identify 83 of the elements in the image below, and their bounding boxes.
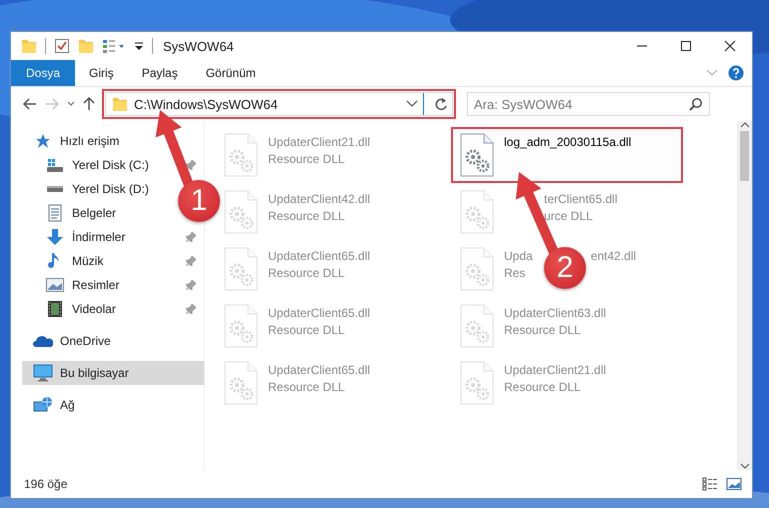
pin-icon[interactable] <box>186 304 196 314</box>
file-name: terClient65.dll <box>544 192 618 206</box>
dll-file-icon <box>459 247 495 291</box>
sidebar-item[interactable]: İndirmeler <box>45 225 130 249</box>
file-type: Res <box>504 266 526 280</box>
file-type: Resource DLL <box>268 266 346 280</box>
drive-icon <box>46 185 64 193</box>
sidebar-item[interactable]: Yerel Disk (D:) <box>45 177 153 201</box>
file-type: Resource DLL <box>504 323 582 337</box>
address-field[interactable]: C:\Windows\SysWOW64 <box>105 92 453 116</box>
pin-icon[interactable] <box>186 256 196 266</box>
pin-icon[interactable] <box>186 232 196 242</box>
scrollbar-thumb[interactable] <box>740 131 749 181</box>
drive-icon <box>46 158 64 172</box>
back-icon[interactable] <box>23 98 37 110</box>
file-name: UpdaterClient65.dll <box>268 306 370 320</box>
view-dropdown-icon[interactable] <box>102 38 126 54</box>
file-name: UpdaterClient65.dll <box>268 363 370 377</box>
dropdown-icon[interactable] <box>406 100 418 108</box>
dll-file-icon <box>459 133 495 177</box>
refresh-icon[interactable] <box>434 97 448 111</box>
ribbon-tab[interactable]: Giriş <box>75 60 128 86</box>
window-title: SysWOW64 <box>163 38 235 54</box>
cloud-icon <box>33 334 53 348</box>
dll-file-icon <box>223 304 259 348</box>
scroll-up-icon[interactable] <box>740 121 750 129</box>
ribbon-tab[interactable]: Paylaş <box>128 60 192 86</box>
sidebar-item[interactable]: Belgeler <box>45 201 120 225</box>
picture-icon <box>46 278 64 292</box>
dll-file-icon <box>223 361 259 405</box>
dll-file-icon <box>223 133 259 177</box>
sidebar-item[interactable]: Videolar <box>45 297 120 321</box>
file-tab[interactable]: Dosya <box>11 60 76 86</box>
recent-locations-icon[interactable] <box>67 101 75 107</box>
network-icon <box>33 396 53 414</box>
details-view-icon[interactable] <box>702 477 718 491</box>
file-type: Resource DLL <box>268 323 346 337</box>
help-icon[interactable] <box>728 65 744 81</box>
scroll-down-icon[interactable] <box>740 462 750 470</box>
ribbon-tab[interactable]: Görünüm <box>192 60 270 86</box>
file-name: UpdaterClient65.dll <box>268 249 370 263</box>
film-icon <box>47 300 63 318</box>
up-icon[interactable] <box>83 97 95 111</box>
search-icon[interactable] <box>689 97 703 111</box>
item-count: 196 öğe <box>24 477 68 491</box>
star-icon <box>35 133 51 149</box>
document-icon <box>48 204 62 222</box>
scrollbar[interactable] <box>737 121 752 470</box>
folder-icon <box>112 96 128 112</box>
file-name: Upda <box>504 249 533 263</box>
file-type: Resource DLL <box>268 209 346 223</box>
sidebar-item[interactable]: Müzik <box>45 249 108 273</box>
file-type: urce DLL <box>544 209 593 223</box>
file-name: log_adm_20030115a.dll <box>504 135 632 149</box>
file-name: UpdaterClient21.dll <box>504 363 606 377</box>
file-type: Resource DLL <box>268 380 346 394</box>
dll-file-icon <box>459 361 495 405</box>
dll-file-icon <box>223 247 259 291</box>
sidebar-item[interactable]: Ağ <box>33 393 79 417</box>
sidebar-item[interactable]: Hızlı erişim <box>33 129 124 153</box>
dll-file-icon <box>459 304 495 348</box>
pin-icon[interactable] <box>186 280 196 290</box>
sidebar-item[interactable]: OneDrive <box>33 329 115 353</box>
file-type: Resource DLL <box>504 380 582 394</box>
download-icon <box>46 228 64 246</box>
dll-file-icon <box>459 190 495 234</box>
file-name: UpdaterClient63.dll <box>504 306 606 320</box>
sidebar-item[interactable]: Yerel Disk (C:) <box>45 153 153 177</box>
folder-icon <box>21 38 37 54</box>
file-type: Resource DLL <box>268 152 346 166</box>
sidebar-item[interactable]: Bu bilgisayar <box>22 361 204 385</box>
file-name: UpdaterClient21.dll <box>268 135 370 149</box>
properties-icon[interactable] <box>54 38 70 54</box>
large-icons-view-icon[interactable] <box>726 477 742 491</box>
sidebar-item[interactable]: Resimler <box>45 273 124 297</box>
monitor-icon <box>33 364 53 382</box>
dll-file-icon <box>223 190 259 234</box>
search-field[interactable]: Ara: SysWOW64 <box>467 92 710 116</box>
close-icon[interactable] <box>724 40 736 52</box>
maximize-icon[interactable] <box>680 40 692 52</box>
file-name: ent42.dll <box>590 249 636 263</box>
file-name: UpdaterClient42.dll <box>268 192 370 206</box>
pin-icon[interactable] <box>186 160 196 170</box>
